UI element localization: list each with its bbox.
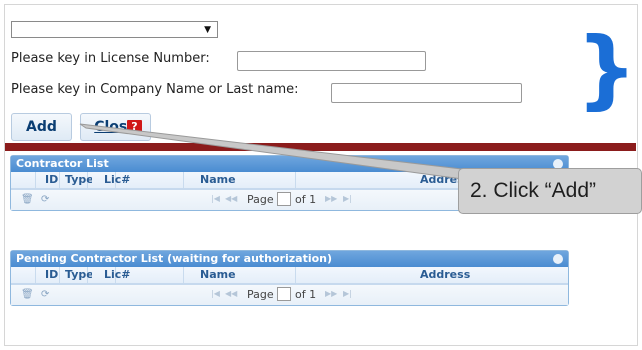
instruction-callout: 2. Click “Add” — [458, 168, 642, 214]
